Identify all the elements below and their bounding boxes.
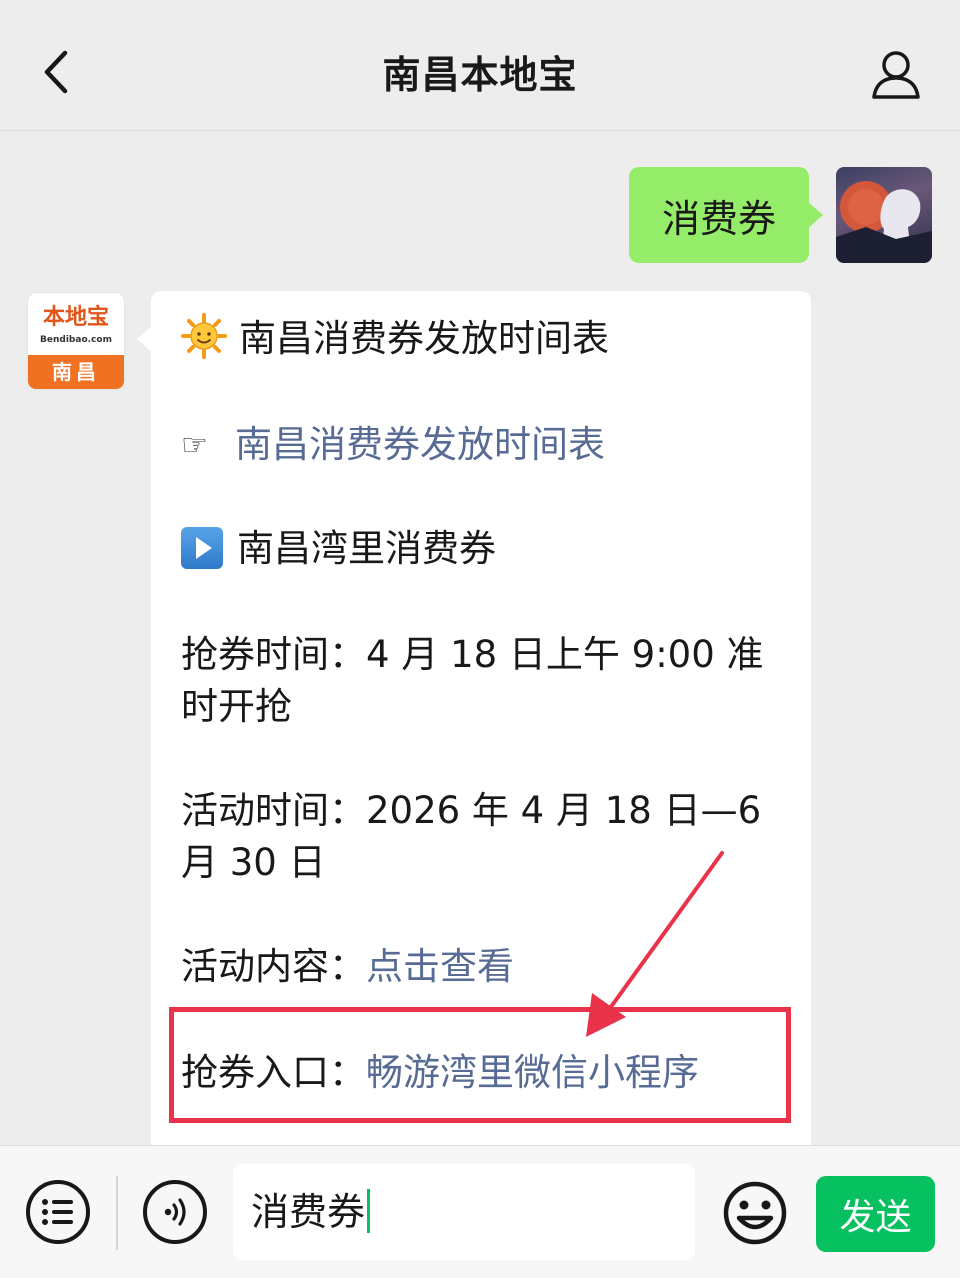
avatar-city-label: 南昌 <box>28 355 124 389</box>
profile-button[interactable] <box>866 44 926 104</box>
schedule-link-line: ☞ 南昌消费券发放时间表 <box>181 419 791 472</box>
sun-emoji-icon <box>181 313 227 359</box>
message-input[interactable]: 消费券 <box>233 1164 695 1260</box>
grab-time-label: 抢券时间： <box>181 633 366 676</box>
chat-area[interactable]: 消费券 本地宝 Bendibao.com 南昌 南昌消费券发放时间表 ☞ 南昌消… <box>0 131 960 1145</box>
activity-content-line: 活动内容：点击查看 <box>181 941 791 993</box>
section-line: 南昌湾里消费券 <box>181 523 791 575</box>
section-text: 南昌湾里消费券 <box>237 527 496 570</box>
send-button[interactable]: 发送 <box>816 1176 935 1252</box>
my-avatar[interactable] <box>836 167 932 263</box>
activity-content-link[interactable]: 点击查看 <box>366 945 514 988</box>
message-input-value: 消费券 <box>251 1190 366 1234</box>
emoji-icon[interactable] <box>722 1180 788 1246</box>
schedule-link[interactable]: 南昌消费券发放时间表 <box>235 423 605 466</box>
heading-text: 南昌消费券发放时间表 <box>239 317 609 360</box>
bot-avatar[interactable]: 本地宝 Bendibao.com 南昌 <box>28 293 124 389</box>
send-button-label: 发送 <box>839 1197 912 1238</box>
composer-bar: 消费券 发送 <box>0 1145 960 1278</box>
outgoing-message-text: 消费券 <box>661 196 776 241</box>
menu-button[interactable] <box>26 1180 90 1244</box>
chat-title: 南昌本地宝 <box>382 53 578 97</box>
avatar-logo-subtext: Bendibao.com <box>40 335 112 345</box>
activity-time-line: 活动时间：2026 年 4 月 18 日—6 月 30 日 <box>181 785 791 889</box>
list-menu-icon <box>42 1199 73 1225</box>
outgoing-message-bubble[interactable]: 消费券 <box>629 167 823 263</box>
composer-divider <box>116 1176 118 1250</box>
avatar-logo-text: 本地宝 <box>42 304 109 330</box>
top-bar: 南昌本地宝 <box>0 0 960 131</box>
play-button-icon <box>181 527 223 569</box>
annotation-highlight-box <box>169 1007 791 1123</box>
user-icon <box>872 51 920 99</box>
grab-time-line: 抢券时间：4 月 18 日上午 9:00 准时开抢 <box>181 629 791 733</box>
text-caret <box>367 1189 371 1233</box>
activity-time-label: 活动时间： <box>181 789 366 832</box>
voice-button[interactable] <box>143 1180 207 1244</box>
voice-icon <box>164 1198 186 1226</box>
pointing-hand-icon: ☞ <box>181 428 208 463</box>
message-heading-line: 南昌消费券发放时间表 <box>181 313 791 365</box>
activity-content-label: 活动内容： <box>181 945 366 988</box>
avatar-image <box>836 181 932 263</box>
